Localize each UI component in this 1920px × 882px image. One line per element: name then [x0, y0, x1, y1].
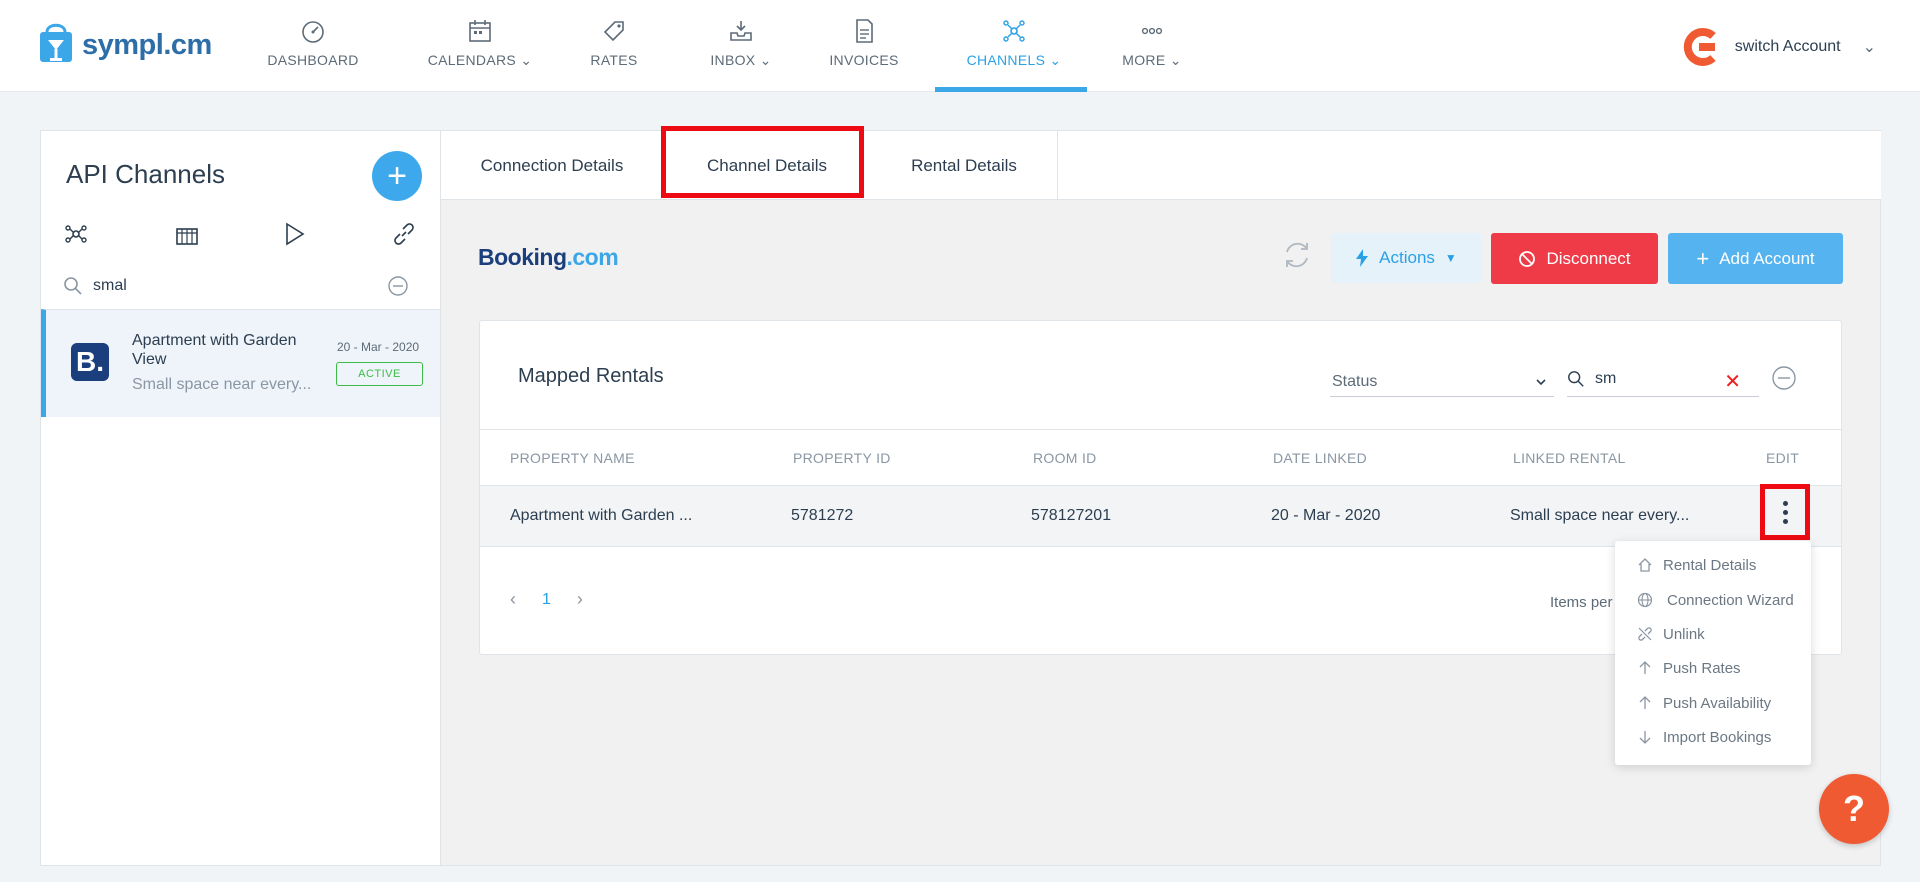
- bolt-icon: [1356, 249, 1369, 267]
- row-actions-menu: Rental Details Connection Wizard Unlink …: [1615, 541, 1811, 765]
- chevron-right-icon[interactable]: ›: [577, 589, 583, 610]
- nav-dashboard[interactable]: DASHBOARD: [267, 18, 358, 92]
- inbox-icon: [730, 21, 752, 41]
- rental-search: ✕: [1567, 361, 1759, 397]
- sync-icon[interactable]: [1280, 238, 1314, 272]
- invoice-icon: [856, 19, 873, 43]
- search-icon: [64, 277, 82, 295]
- calendar-icon: [469, 20, 491, 42]
- search-icon: [1568, 370, 1584, 387]
- menu-rental-details[interactable]: Rental Details: [1637, 551, 1756, 579]
- rental-search-input[interactable]: [1595, 369, 1715, 388]
- clear-search-icon[interactable]: ✕: [1724, 369, 1741, 394]
- table-header: PROPERTY NAME PROPERTY ID ROOM ID DATE L…: [480, 429, 1841, 485]
- account-avatar: [1683, 28, 1716, 66]
- arrow-down-icon: [1639, 731, 1651, 744]
- disconnect-button[interactable]: Disconnect: [1491, 233, 1658, 284]
- kebab-icon: [1782, 499, 1788, 526]
- network-icon[interactable]: [63, 221, 89, 247]
- nav-calendars[interactable]: CALENDARS ⌄: [428, 18, 533, 92]
- chevron-down-icon: ⌄: [759, 52, 772, 68]
- menu-push-rates[interactable]: Push Rates: [1637, 654, 1741, 682]
- globe-icon: [1637, 592, 1653, 608]
- chevron-down-icon: [1536, 379, 1546, 386]
- help-button[interactable]: ?: [1819, 774, 1889, 844]
- nav-inbox[interactable]: INBOX ⌄: [710, 18, 772, 92]
- network-icon: [1003, 20, 1025, 42]
- api-channels-title: API Channels: [66, 159, 225, 189]
- col-property-id[interactable]: PROPERTY ID: [793, 450, 891, 466]
- booking-logo-icon: B.: [71, 343, 109, 381]
- nav-channels[interactable]: CHANNELS ⌄: [967, 18, 1062, 92]
- tag-icon: [603, 21, 624, 42]
- unlink-icon: [1638, 627, 1652, 641]
- switch-account-menu[interactable]: switch Account ⌄: [1679, 26, 1876, 68]
- tab-rental-details[interactable]: Rental Details: [871, 131, 1058, 200]
- switch-account-label: switch Account: [1734, 38, 1841, 55]
- gauge-icon: [302, 21, 324, 43]
- minus-circle-icon[interactable]: [1771, 365, 1797, 391]
- col-date-linked[interactable]: DATE LINKED: [1273, 450, 1367, 466]
- tab-connection-details[interactable]: Connection Details: [441, 131, 663, 200]
- api-channels-panel: API Channels + B. Apartment with Garden …: [40, 130, 441, 866]
- cell-linked-rental: Small space near every...: [1510, 507, 1690, 524]
- channel-list-item[interactable]: B. Apartment with Garden View Small spac…: [41, 309, 440, 417]
- link-icon[interactable]: [391, 221, 417, 247]
- col-property-name[interactable]: PROPERTY NAME: [510, 450, 635, 466]
- actions-dropdown-button[interactable]: Actions ▼: [1331, 233, 1481, 283]
- col-edit: EDIT: [1766, 450, 1800, 466]
- table-row[interactable]: Apartment with Garden ... 5781272 578127…: [480, 485, 1841, 547]
- col-linked-rental[interactable]: LINKED RENTAL: [1513, 450, 1626, 466]
- cell-room-id: 578127201: [1031, 507, 1112, 524]
- play-icon[interactable]: [281, 221, 307, 247]
- brand-logo[interactable]: sympl.cm: [38, 20, 212, 70]
- chevron-down-icon: ⌄: [1862, 39, 1876, 56]
- channel-item-date: 20 - Mar - 2020: [337, 340, 420, 354]
- ban-icon: [1519, 250, 1536, 267]
- menu-import-bookings[interactable]: Import Bookings: [1637, 723, 1771, 751]
- add-channel-button[interactable]: +: [372, 151, 422, 201]
- page-number[interactable]: 1: [542, 591, 551, 609]
- active-nav-underline: [935, 87, 1087, 92]
- minus-circle-icon[interactable]: [387, 275, 409, 297]
- arrow-up-icon: [1639, 661, 1651, 674]
- channel-search-input[interactable]: [93, 277, 383, 295]
- row-actions-kebab-button[interactable]: [1760, 484, 1810, 540]
- home-icon: [1638, 558, 1652, 572]
- plus-icon: +: [1696, 245, 1710, 271]
- channel-search: [63, 271, 419, 301]
- nav-rates[interactable]: RATES: [586, 18, 642, 92]
- tab-highlight-box: [661, 126, 864, 198]
- dots-icon: [1141, 27, 1163, 35]
- channel-item-subtitle: Small space near every...: [132, 376, 312, 393]
- status-select[interactable]: Status: [1330, 367, 1554, 397]
- brand-name: sympl.cm: [82, 28, 212, 61]
- chevron-down-icon: ⌄: [1049, 52, 1062, 68]
- cell-property-name: Apartment with Garden ...: [510, 507, 693, 524]
- cell-property-id: 5781272: [791, 507, 854, 524]
- channel-item-name: Apartment with Garden View: [132, 332, 297, 368]
- mapped-rentals-title: Mapped Rentals: [518, 365, 664, 387]
- nav-more[interactable]: MORE ⌄: [1122, 18, 1182, 92]
- nav-invoices[interactable]: INVOICES: [829, 18, 898, 92]
- building-icon[interactable]: [174, 221, 200, 247]
- arrow-up-icon: [1639, 696, 1651, 709]
- chevron-down-icon: ⌄: [520, 52, 533, 68]
- menu-push-availability[interactable]: Push Availability: [1637, 689, 1771, 717]
- items-per-page-label: Items per: [1550, 594, 1613, 611]
- menu-unlink[interactable]: Unlink: [1637, 620, 1705, 648]
- status-badge: ACTIVE: [336, 362, 423, 386]
- top-navbar: sympl.cm DASHBOARD CALENDARS ⌄ RATES INB…: [0, 0, 1920, 92]
- pagination: ‹ 1 ›: [510, 589, 583, 610]
- chevron-down-icon: ⌄: [1169, 52, 1182, 68]
- shopping-bag-logo-icon: [40, 23, 72, 62]
- booking-com-logo: Booking.com: [478, 244, 619, 270]
- add-account-button[interactable]: + Add Account: [1668, 233, 1843, 284]
- col-room-id[interactable]: ROOM ID: [1033, 450, 1097, 466]
- chevron-left-icon[interactable]: ‹: [510, 589, 516, 610]
- detail-tabs: Connection Details Channel Details Renta…: [441, 131, 1881, 200]
- cell-date-linked: 20 - Mar - 2020: [1271, 507, 1381, 524]
- caret-down-icon: ▼: [1444, 251, 1457, 265]
- menu-connection-wizard[interactable]: Connection Wizard: [1637, 586, 1794, 614]
